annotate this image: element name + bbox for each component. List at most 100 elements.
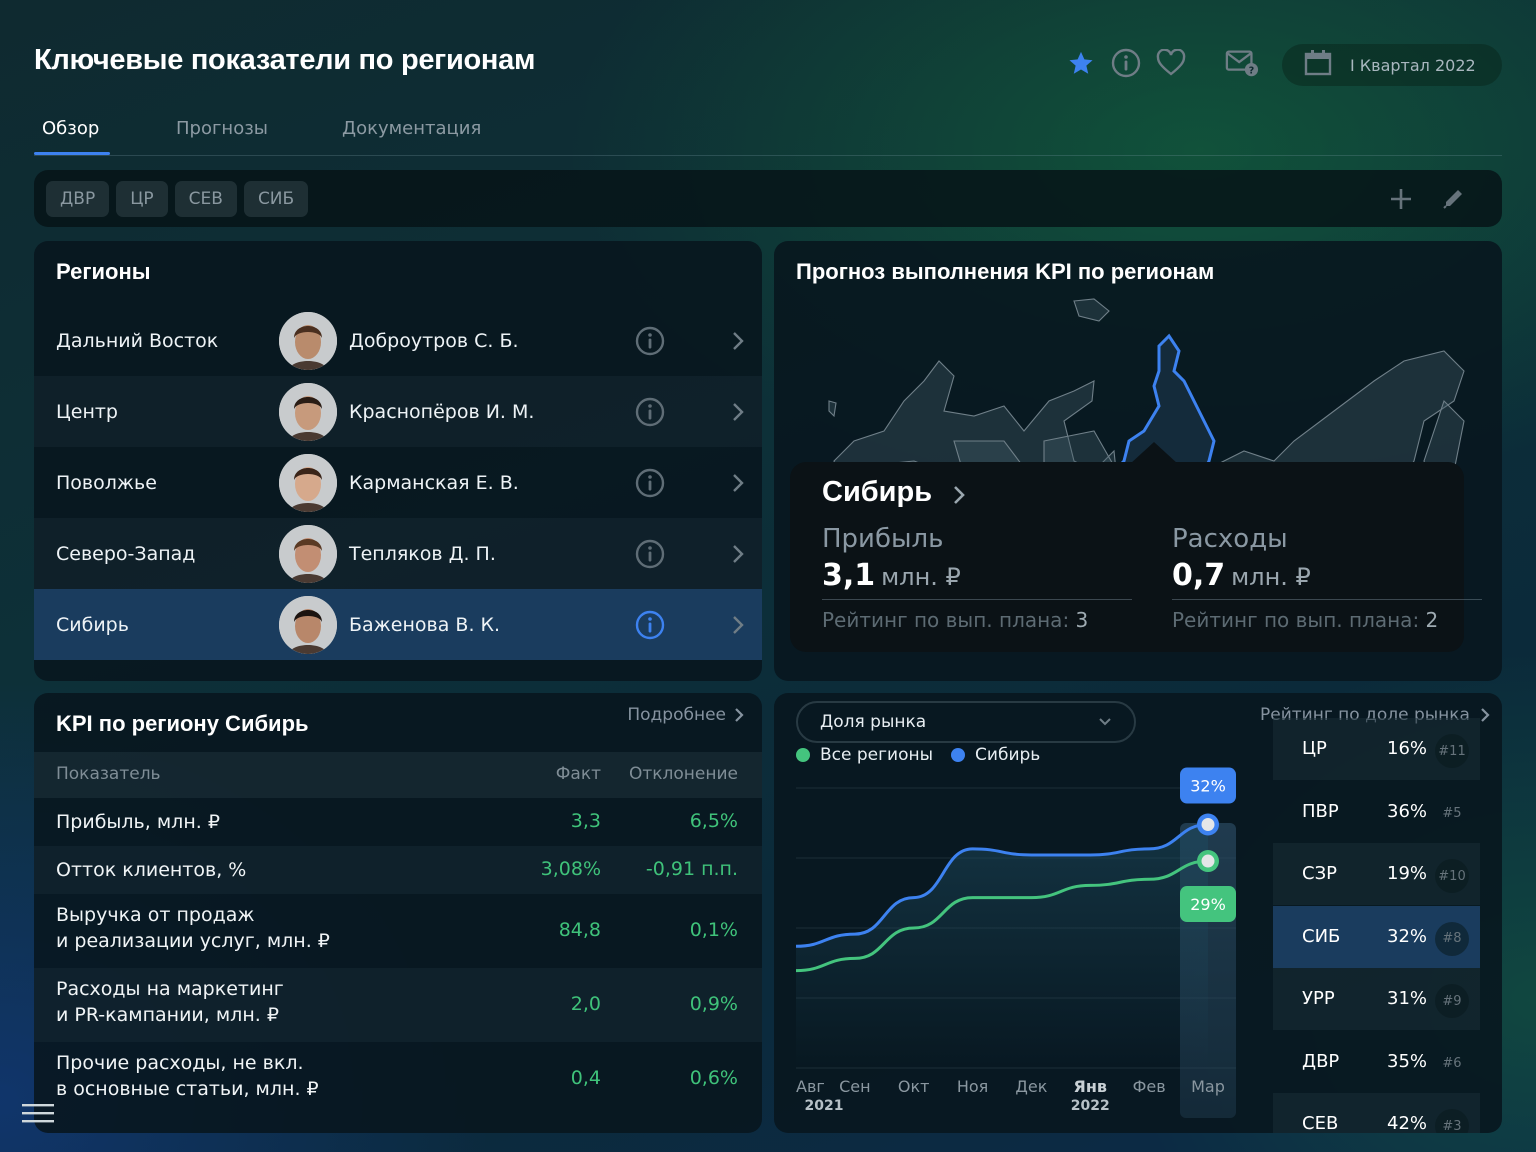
rating-rank: #3 [1435,1109,1469,1133]
rating-share: 36% [1387,800,1428,822]
star-icon[interactable] [1064,46,1098,80]
rating-share: 35% [1387,1050,1428,1072]
regions-title: Регионы [56,259,151,284]
filter-chip-cr[interactable]: ЦР [116,180,168,217]
more-link[interactable]: Подробнее [627,705,744,725]
profit-label: Прибыль [822,524,944,554]
more-label: Подробнее [627,705,726,725]
profit-rank-label: Рейтинг по вып. плана: [822,608,1070,632]
tooltip-region-name[interactable]: Сибирь [822,476,932,509]
region-name: Северо-Запад [56,542,196,565]
col-indicator: Показатель [56,764,161,784]
filter-chip-dvr[interactable]: ДВР [46,180,110,217]
rating-rank: #8 [1435,921,1469,956]
kpi-row[interactable]: Прочие расходы, не вкл. в основные стать… [34,1042,762,1116]
chevron-right-icon[interactable] [728,544,748,564]
tab-bar: Обзор Прогнозы Документация [34,110,1502,156]
rating-row[interactable]: СЗР 19% #10 [1273,843,1480,905]
region-name: Сибирь [56,613,129,636]
rating-region-code: СИБ [1302,925,1341,947]
info-icon[interactable] [634,609,666,641]
region-row[interactable]: Дальний Восток Доброутров С. Б. [34,305,762,376]
market-share-chart[interactable]: 32% 29% Авг 2021 Сен Окт Ноя Дек Янв 2022 Фев Мар [774,693,1254,1133]
rating-rank: #5 [1442,806,1462,821]
region-row[interactable]: Центр Краснопёров И. М. [34,376,762,447]
rating-region-code: ДВР [1302,1050,1340,1072]
kpi-fact: 3,08% [540,858,601,880]
region-row[interactable]: Северо-Запад Тепляков Д. П. [34,518,762,589]
rating-row[interactable]: УРР 31% #9 [1273,968,1480,1030]
rating-row[interactable]: СЕВ 42% #3 [1273,1093,1480,1133]
chevron-right-icon[interactable] [728,402,748,422]
rating-row[interactable]: ЦР 16% #11 [1273,718,1480,780]
kpi-row[interactable]: Расходы на маркетинг и PR-кампании, млн.… [34,968,762,1042]
manager-name: Карманская Е. В. [349,471,519,494]
kpi-table-header: Показатель Факт Отклонение [34,752,762,798]
x-tick-sublabel: 2021 [805,1098,844,1114]
info-icon[interactable] [634,325,666,357]
period-label: I Квартал 2022 [1350,55,1476,75]
page-title: Ключевые показатели по регионам [34,44,536,76]
calendar-icon [1304,49,1332,81]
chevron-right-icon [735,708,744,722]
rating-share: 42% [1387,1113,1428,1133]
heart-icon[interactable] [1154,46,1188,80]
menu-icon[interactable] [22,1104,54,1130]
plus-icon[interactable] [1386,184,1416,214]
x-tick-label: Мар [1191,1077,1225,1096]
filter-chip-sib[interactable]: СИБ [243,180,309,217]
kpi-row[interactable]: Выручка от продаж и реализации услуг, мл… [34,894,762,968]
active-tab-indicator [34,152,110,155]
tab-documentation[interactable]: Документация [342,118,481,139]
rating-rank: #9 [1435,984,1469,1018]
x-tick-label: Окт [898,1077,930,1096]
tab-forecasts[interactable]: Прогнозы [176,118,268,139]
market-share-panel: Доля рынка Все регионы Сибирь 32% 29% Авг 2… [774,693,1502,1133]
chevron-right-icon[interactable] [952,484,966,510]
rating-row[interactable]: СИБ 32% #8 [1273,905,1480,968]
chevron-right-icon[interactable] [728,615,748,635]
chevron-right-icon[interactable] [728,473,748,493]
info-icon[interactable] [634,467,666,499]
kpi-row[interactable]: Прибыль, млн. ₽ 3,3 6,5% [34,798,762,846]
rating-share: 19% [1387,863,1428,884]
rating-region-code: СЕВ [1302,1113,1339,1133]
info-icon[interactable] [634,396,666,428]
profit-rank-value: 3 [1075,608,1089,632]
kpi-panel: KPI по региону Сибирь Подробнее Показате… [34,693,762,1133]
mail-question-icon[interactable]: ? [1225,46,1259,80]
kpi-fact: 0,4 [570,1067,601,1089]
x-tick-label: Авг [796,1077,825,1096]
rating-row[interactable]: ПВР 36% #5 [1273,781,1480,843]
expenses-rank-label: Рейтинг по вып. плана: [1172,608,1420,632]
avatar [279,524,337,583]
kpi-forecast-map-panel: Прогноз выполнения KPI по регионам Сибир… [774,241,1502,681]
kpi-deviation: 0,1% [689,919,738,941]
series-area [796,824,1208,1068]
kpi-deviation: 6,5% [689,810,738,832]
kpi-title: KPI по региону Сибирь [56,711,309,736]
region-row[interactable]: Сибирь Баженова В. К. [34,589,762,660]
rating-rank: #11 [1435,734,1469,768]
x-tick-label: Янв [1074,1077,1108,1096]
manager-name: Баженова В. К. [349,613,501,636]
region-name: Поволжье [56,471,157,494]
info-icon[interactable] [634,538,666,570]
chevron-right-icon[interactable] [728,331,748,351]
rating-rank: #6 [1442,1056,1462,1071]
info-icon[interactable] [1109,46,1143,80]
filter-chip-sev[interactable]: СЕВ [174,180,237,217]
manager-name: Тепляков Д. П. [349,542,496,565]
divider [822,599,1132,600]
rating-row[interactable]: ДВР 35% #6 [1273,1031,1480,1093]
x-tick-label: Сен [839,1077,870,1096]
regions-panel: Регионы Дальний Восток Доброутров С. Б. Це… [34,241,762,681]
region-row[interactable]: Поволжье Карманская Е. В. [34,447,762,518]
period-selector[interactable]: I Квартал 2022 [1282,44,1502,86]
kpi-deviation: 0,9% [689,993,738,1015]
x-tick-label: Ноя [957,1077,988,1096]
pencil-icon[interactable] [1438,184,1468,214]
avatar [279,453,337,512]
tab-overview[interactable]: Обзор [42,118,99,139]
kpi-row[interactable]: Отток клиентов, % 3,08% -0,91 п.п. [34,846,762,894]
